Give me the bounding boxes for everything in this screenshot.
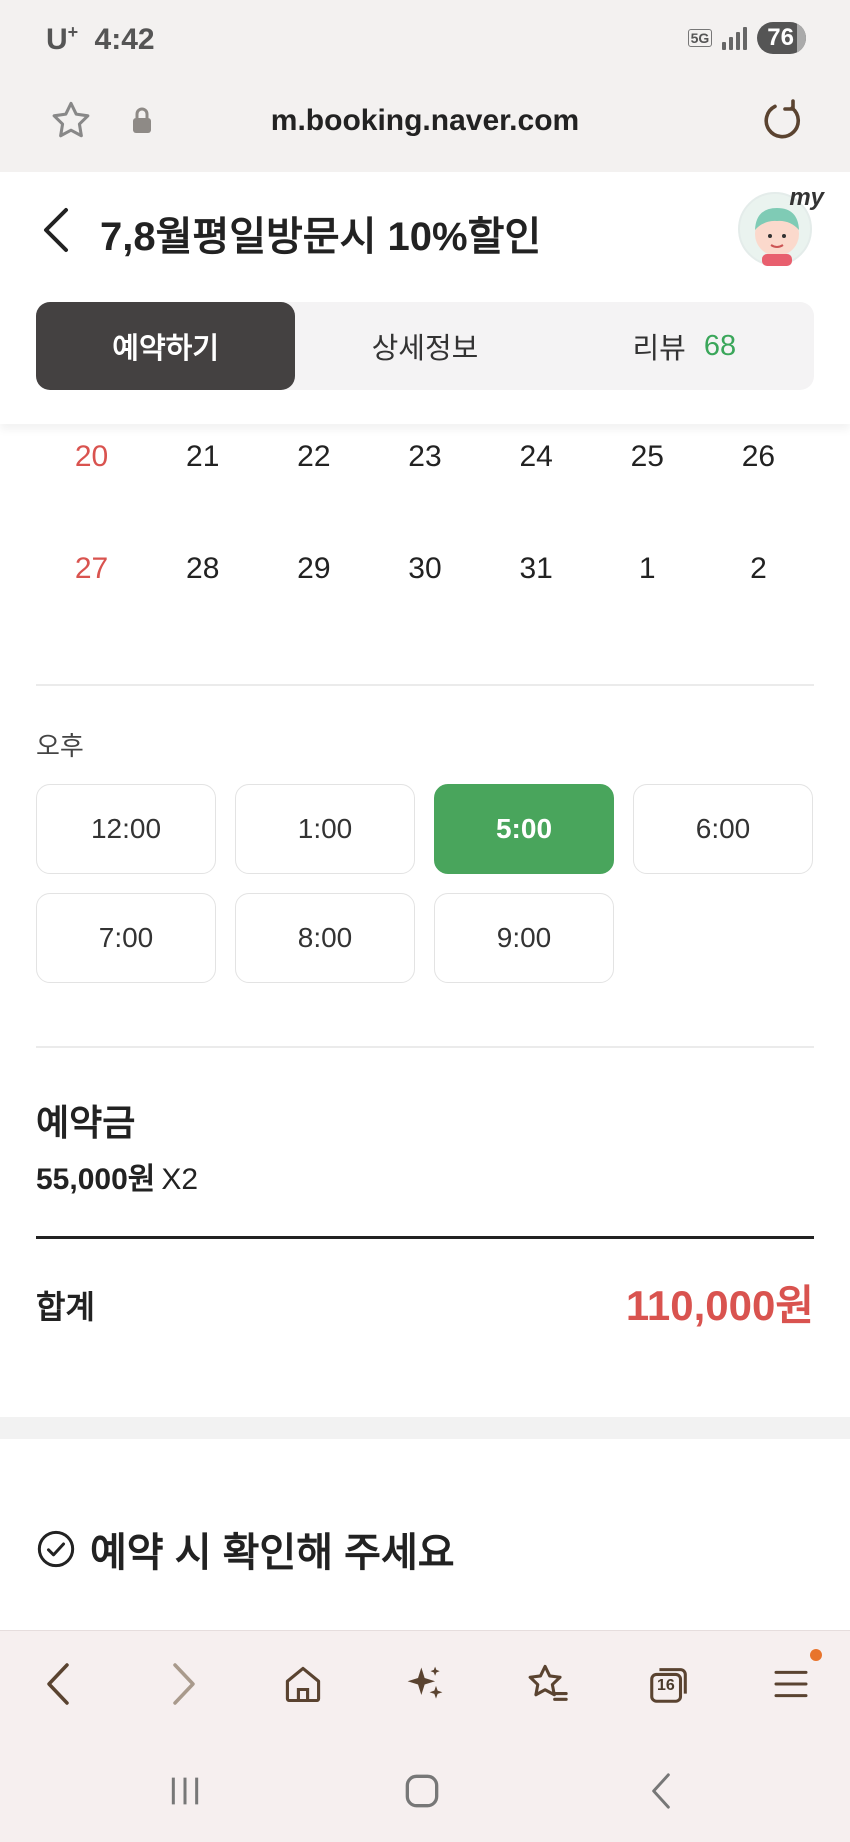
tab-details[interactable]: 상세정보 xyxy=(295,302,554,390)
time-slot-grid: 12:00 1:00 5:00 6:00 7:00 8:00 9:00 xyxy=(36,784,814,983)
time-slot[interactable]: 8:00 xyxy=(235,893,415,983)
calendar-week-row: 20 21 22 23 24 25 26 xyxy=(36,440,814,474)
booking-page: 7,8월평일방문시 10%할인 my 예약하기 상세정보 리뷰 68 20 21… xyxy=(0,172,850,1630)
time-slot[interactable]: 9:00 xyxy=(434,893,614,983)
section-divider xyxy=(36,684,814,686)
reload-icon[interactable] xyxy=(758,96,806,144)
time-slot[interactable]: 7:00 xyxy=(36,893,216,983)
total-amount: 110,000원 xyxy=(625,1282,814,1329)
notice-heading: 예약 시 확인해 주세요 xyxy=(36,1520,455,1578)
status-time: 4:42 xyxy=(94,23,155,56)
total-label: 합계 xyxy=(36,1289,95,1325)
calendar-day[interactable]: 21 xyxy=(147,440,258,474)
time-slot[interactable]: 6:00 xyxy=(633,784,813,874)
url-bar: m.booking.naver.com xyxy=(0,80,850,172)
calendar-day[interactable]: 1 xyxy=(592,552,703,586)
calendar-day[interactable]: 30 xyxy=(369,552,480,586)
calendar-day[interactable]: 20 xyxy=(36,440,147,474)
page-title: 7,8월평일방문시 10%할인 xyxy=(100,215,542,259)
deposit-label: 예약금 xyxy=(36,1102,136,1143)
ai-sparkle-icon[interactable] xyxy=(398,1657,452,1711)
check-circle-icon xyxy=(37,1530,75,1568)
tab-booking-label: 예약하기 xyxy=(112,333,220,365)
battery-icon: 76 xyxy=(757,22,806,54)
system-back-icon[interactable] xyxy=(636,1766,686,1816)
calendar-day[interactable]: 31 xyxy=(481,552,592,586)
avatar-my-label: my xyxy=(789,184,824,211)
calendar-day[interactable]: 25 xyxy=(592,440,703,474)
section-separator xyxy=(0,1417,850,1439)
signal-icon xyxy=(722,26,748,50)
section-divider xyxy=(36,1046,814,1048)
carrier-sup: + xyxy=(67,22,79,42)
calendar-day[interactable]: 2 xyxy=(703,552,814,586)
menu-icon[interactable] xyxy=(764,1649,822,1711)
calendar-day[interactable]: 27 xyxy=(36,552,147,586)
deposit-multiplier: X2 xyxy=(161,1163,199,1196)
tab-reviews-label: 리뷰 xyxy=(632,333,686,365)
calendar-day[interactable]: 24 xyxy=(481,440,592,474)
calendar-day[interactable]: 26 xyxy=(703,440,814,474)
notice-title: 예약 시 확인해 주세요 xyxy=(90,1531,455,1575)
time-slot[interactable]: 12:00 xyxy=(36,784,216,874)
tab-bar: 예약하기 상세정보 리뷰 68 xyxy=(36,302,814,390)
total-divider xyxy=(36,1236,814,1239)
calendar-day[interactable]: 28 xyxy=(147,552,258,586)
browser-back-icon[interactable] xyxy=(32,1657,86,1711)
home-icon[interactable] xyxy=(276,1657,330,1711)
tabs-icon[interactable]: 16 xyxy=(642,1657,696,1711)
calendar-day[interactable]: 23 xyxy=(369,440,480,474)
tab-count: 16 xyxy=(657,1677,675,1694)
status-bar: U+ 4:42 5G 76 xyxy=(0,0,850,80)
time-slot[interactable]: 1:00 xyxy=(235,784,415,874)
notification-dot xyxy=(810,1649,822,1661)
url-text[interactable]: m.booking.naver.com xyxy=(0,104,850,138)
review-count: 68 xyxy=(703,329,737,362)
browser-toolbar: 16 xyxy=(0,1630,850,1736)
recent-apps-icon[interactable] xyxy=(160,1766,210,1816)
carrier-label: U+ 4:42 xyxy=(46,22,155,57)
carrier-name: U xyxy=(46,23,68,56)
bookmarks-star-icon[interactable] xyxy=(520,1657,574,1711)
status-indicators: 5G 76 xyxy=(687,22,806,54)
page-header: 7,8월평일방문시 10%할인 my 예약하기 상세정보 리뷰 68 xyxy=(0,172,850,424)
my-avatar[interactable]: my xyxy=(738,184,824,266)
deposit-value: 55,000원 X2 xyxy=(36,1154,198,1198)
back-arrow-icon[interactable] xyxy=(38,204,74,256)
browser-forward-icon[interactable] xyxy=(156,1657,210,1711)
tab-booking[interactable]: 예약하기 xyxy=(36,302,296,390)
deposit-amount: 55,000원 xyxy=(36,1163,156,1196)
calendar-day[interactable]: 29 xyxy=(258,552,369,586)
network-5g-icon: 5G xyxy=(687,29,713,47)
time-slot-selected[interactable]: 5:00 xyxy=(434,784,614,874)
home-button-icon[interactable] xyxy=(397,1766,447,1816)
calendar-week-row: 27 28 29 30 31 1 2 xyxy=(36,552,814,586)
tab-details-label: 상세정보 xyxy=(371,333,479,365)
system-nav-bar xyxy=(0,1736,850,1842)
period-label: 오후 xyxy=(36,731,84,761)
calendar-day[interactable]: 22 xyxy=(258,440,369,474)
tab-reviews[interactable]: 리뷰 68 xyxy=(555,302,814,390)
